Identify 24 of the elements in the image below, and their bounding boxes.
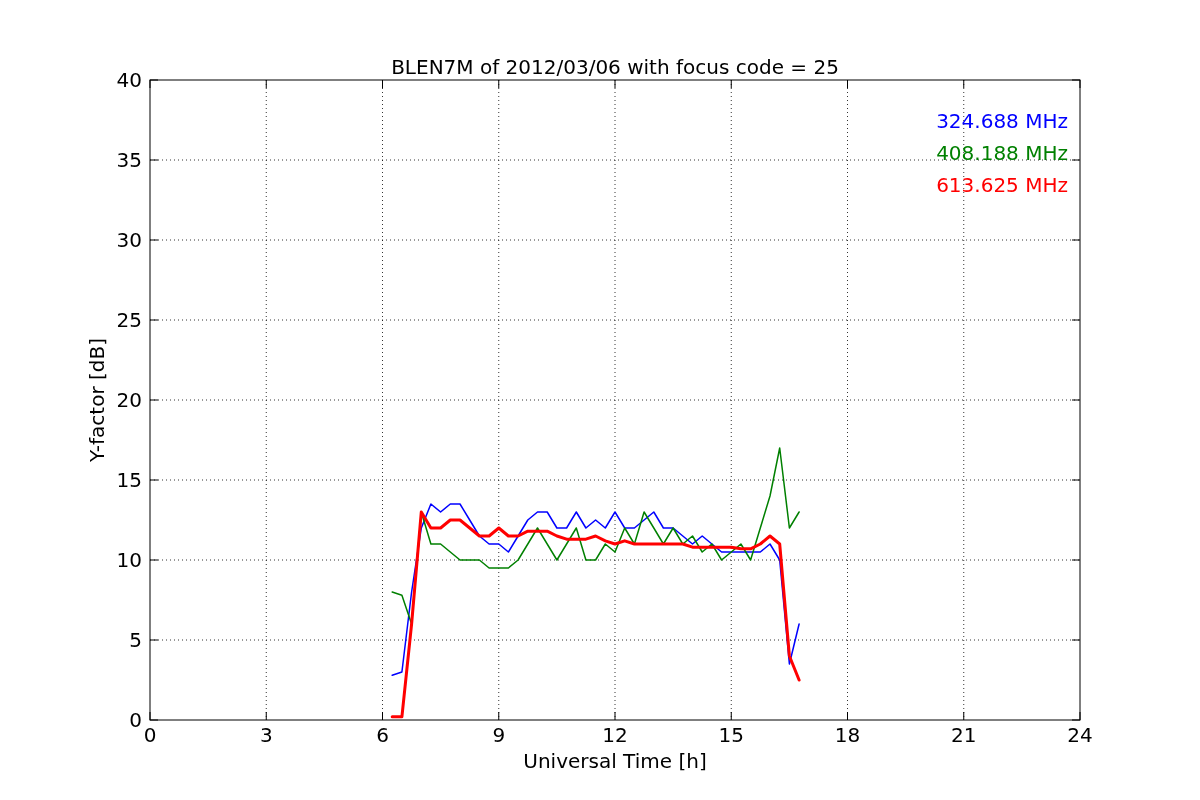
- y-tick-label: 40: [116, 68, 142, 92]
- x-tick-label: 0: [143, 723, 157, 747]
- x-tick-label: 6: [376, 723, 389, 747]
- legend-label: 408.188 MHz: [936, 141, 1068, 165]
- legend-label: 324.688 MHz: [936, 109, 1068, 133]
- y-tick-label: 35: [116, 148, 142, 172]
- chart-title: BLEN7M of 2012/03/06 with focus code = 25: [391, 55, 839, 79]
- x-tick-label: 15: [718, 723, 744, 747]
- y-axis-label: Y-factor [dB]: [85, 338, 109, 462]
- y-tick-label: 30: [116, 228, 142, 252]
- x-tick-label: 3: [259, 723, 273, 747]
- x-tick-label: 21: [951, 723, 977, 747]
- y-tick-label: 20: [116, 388, 142, 412]
- x-tick-label: 9: [492, 723, 506, 747]
- y-tick-label: 10: [116, 548, 142, 572]
- y-tick-label: 5: [129, 628, 142, 652]
- x-tick-label: 24: [1067, 723, 1093, 747]
- x-tick-label: 12: [602, 723, 628, 747]
- legend-label: 613.625 MHz: [936, 173, 1068, 197]
- y-tick-label: 25: [116, 308, 142, 332]
- y-tick-label: 0: [129, 708, 142, 732]
- y-tick-label: 15: [116, 468, 142, 492]
- x-axis-label: Universal Time [h]: [523, 749, 707, 773]
- x-tick-label: 18: [834, 723, 861, 747]
